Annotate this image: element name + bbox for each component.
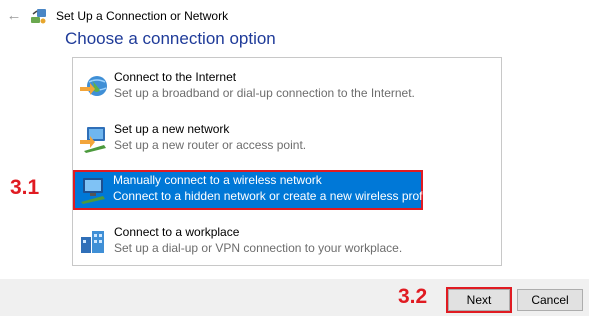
internet-globe-icon [80,76,107,96]
back-arrow-icon[interactable]: ← [6,8,22,24]
option-description: Set up a new router or access point. [114,138,307,152]
network-setup-icon [31,9,46,24]
option-title: Connect to the Internet [114,70,237,84]
option-title: Manually connect to a wireless network [113,173,322,187]
cancel-button[interactable]: Cancel [517,289,583,311]
option-title: Set up a new network [114,122,230,136]
option-workplace[interactable]: Connect to a workplace Set up a dial-up … [76,224,424,260]
page-title: Choose a connection option [65,29,276,48]
option-new-network[interactable]: Set up a new network Set up a new router… [76,121,424,157]
step-annotation-3-2: 3.2 [398,285,428,308]
step-annotation-3-1: 3.1 [10,176,40,199]
option-title: Connect to a workplace [114,225,240,239]
window-title: Set Up a Connection or Network [56,9,229,23]
option-description: Connect to a hidden network or create a … [113,189,435,203]
next-button[interactable]: Next [446,287,512,313]
option-manual-wireless[interactable]: Manually connect to a wireless network C… [73,170,435,210]
connection-options-list: Connect to the Internet Set up a broadba… [72,57,502,266]
wireless-monitor-icon [81,178,105,204]
option-description: Set up a broadband or dial-up connection… [114,86,415,100]
option-connect-internet[interactable]: Connect to the Internet Set up a broadba… [76,69,424,105]
option-description: Set up a dial-up or VPN connection to yo… [114,241,403,255]
workplace-icon [81,231,104,253]
router-icon [80,127,106,153]
